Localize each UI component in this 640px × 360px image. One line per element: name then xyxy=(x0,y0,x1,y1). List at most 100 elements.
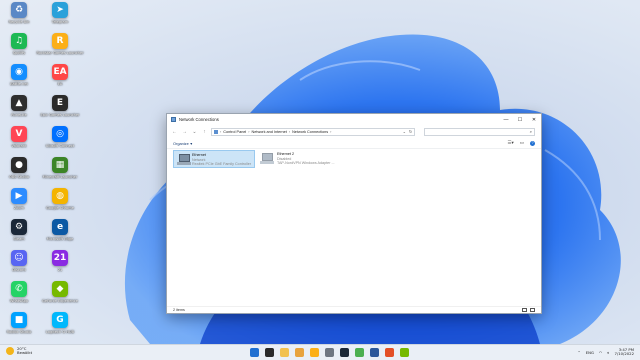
desktop-shortcut[interactable]: ◉ Battle.net xyxy=(0,64,38,98)
taskbar-app-icon[interactable] xyxy=(370,348,379,357)
volume-icon[interactable]: 🔈︎ xyxy=(607,350,609,355)
steam-icon: ⚙ xyxy=(11,219,27,235)
taskbar-app-icon[interactable] xyxy=(385,348,394,357)
desktop-shortcut[interactable]: ◆ GeForce Experience xyxy=(41,281,79,315)
up-arrow-icon[interactable]: ↑ xyxy=(201,128,208,135)
large-icons-view-icon[interactable] xyxy=(530,308,535,312)
search-box[interactable]: ⌕ xyxy=(424,127,535,136)
address-bar[interactable]: › Control Panel › Network and Internet ›… xyxy=(211,127,415,136)
desktop-shortcut-label: OBS Studio xyxy=(8,175,30,179)
help-icon[interactable]: ? xyxy=(530,140,535,146)
maximize-button[interactable]: ☐ xyxy=(513,114,527,125)
breadcrumb-control-panel[interactable]: Control Panel xyxy=(223,130,246,134)
refresh-icon[interactable]: ↻ xyxy=(409,129,412,134)
chevron-down-icon: ▾ xyxy=(190,140,193,146)
recent-locations-chevron-icon[interactable]: ⌄ xyxy=(191,128,198,135)
desktop-shortcut[interactable]: R Rockstar Games Launcher xyxy=(36,33,84,67)
desktop-shortcut-label: WhatsApp xyxy=(9,299,29,303)
organize-label: Organize xyxy=(173,140,189,146)
desktop-shortcut-label: Microsoft Edge xyxy=(46,237,74,241)
desktop-shortcut[interactable]: ✆ WhatsApp xyxy=(0,281,38,315)
taskbar-app-icon[interactable] xyxy=(310,348,319,357)
desktop-shortcut-label: Ubisoft Connect xyxy=(45,144,75,148)
ubisoft-icon: ◎ xyxy=(52,126,68,142)
weather-widget[interactable]: 20°C Bewölkt xyxy=(6,346,33,356)
taskbar-app-icon[interactable] xyxy=(250,348,259,357)
title-bar[interactable]: Network Connections — ☐ ✕ xyxy=(167,114,541,125)
minecraft-icon: ▦ xyxy=(52,157,68,173)
taskbar-pinned-apps xyxy=(250,348,409,357)
close-button[interactable]: ✕ xyxy=(527,114,541,125)
ghub-icon: G xyxy=(52,312,68,328)
details-view-icon[interactable] xyxy=(522,308,527,312)
desktop-shortcut[interactable]: V Valorant xyxy=(0,126,38,160)
connection-device: Realtek PCIe GbE Family Controller xyxy=(191,162,251,167)
whatsapp-icon: ✆ xyxy=(11,281,27,297)
organize-button[interactable]: Organize ▾ xyxy=(173,141,192,146)
desktop-shortcut[interactable]: ♫ Spotify xyxy=(0,33,38,67)
desktop-shortcut[interactable]: ◎ Ubisoft Connect xyxy=(41,126,79,160)
preview-pane-icon[interactable]: ▭ xyxy=(520,140,524,146)
desktop-shortcut-label: Roblox Studio xyxy=(6,330,32,334)
desktop-shortcut[interactable]: ■ Roblox Studio xyxy=(0,312,38,346)
desktop-shortcut[interactable]: E Epic Games Launcher xyxy=(40,95,80,129)
taskbar-app-icon[interactable] xyxy=(400,348,409,357)
breadcrumb-network-and-internet[interactable]: Network and Internet xyxy=(252,130,287,134)
desktop-shortcut[interactable]: ☺ Discord xyxy=(0,250,38,284)
address-dropdown-chevron-icon[interactable]: ⌄ xyxy=(403,129,406,134)
clock[interactable]: 3:47 PM 7/10/2022 xyxy=(615,347,634,357)
system-tray: ⌃ ENG ◠ 🔈︎ 3:47 PM 7/10/2022 xyxy=(578,347,634,357)
network-connections-window: Network Connections — ☐ ✕ ← → ⌄ ↑ › Cont… xyxy=(166,113,542,314)
desktop-shortcut[interactable]: ▦ Minecraft Launcher xyxy=(41,157,79,191)
address-row: ← → ⌄ ↑ › Control Panel › Network and In… xyxy=(167,125,541,138)
desktop-shortcut[interactable]: ▲ RuneLite xyxy=(0,95,38,129)
back-arrow-icon[interactable]: ← xyxy=(171,128,178,135)
geforce-icon: ◆ xyxy=(52,281,68,297)
ea-icon: EA xyxy=(52,64,68,80)
telegram-icon: ➤ xyxy=(52,2,68,18)
desktop-shortcut[interactable]: 21 21 xyxy=(41,250,79,284)
desktop-shortcut[interactable]: EA EA xyxy=(41,64,79,98)
control-panel-icon xyxy=(214,129,218,134)
weather-description: Bewölkt xyxy=(17,350,33,356)
desktop-shortcut[interactable]: ♻ Recycle Bin xyxy=(0,2,38,36)
change-view-icon[interactable]: ☰▾ xyxy=(507,140,513,146)
desktop-shortcut-label: Telegram xyxy=(51,20,69,24)
zoom-icon: ▶ xyxy=(11,188,27,204)
desktop-shortcut[interactable]: G Logitech G HUB xyxy=(41,312,79,346)
desktop-shortcut-label: Logitech G HUB xyxy=(45,330,75,334)
desktop-shortcut-label: 21 xyxy=(57,268,63,272)
language-indicator[interactable]: ENG xyxy=(586,350,594,355)
tray-overflow-chevron-icon[interactable]: ⌃ xyxy=(578,350,581,355)
connection-device: TAP-NordVPN Windows Adapter ... xyxy=(277,161,335,166)
desktop-shortcut-label: Steam xyxy=(13,237,25,241)
minimize-button[interactable]: — xyxy=(499,114,513,125)
discord-icon: ☺ xyxy=(11,250,27,266)
taskbar-app-icon[interactable] xyxy=(280,348,289,357)
edge-icon: e xyxy=(52,219,68,235)
breadcrumb-separator-icon: › xyxy=(330,129,332,134)
connection-item-ethernet[interactable]: Ethernet Network Realtek PCIe GbE Family… xyxy=(173,150,255,168)
connection-item-ethernet-2[interactable]: Ethernet 2 Disabled TAP-NordVPN Windows … xyxy=(257,150,343,168)
breadcrumb-network-connections[interactable]: Network Connections xyxy=(292,130,328,134)
forward-arrow-icon[interactable]: → xyxy=(181,128,188,135)
roblox-studio-icon: ■ xyxy=(11,312,27,328)
desktop-shortcut-label: Zoom xyxy=(13,206,25,210)
taskbar-app-icon[interactable] xyxy=(355,348,364,357)
epic-games-icon: E xyxy=(52,95,68,111)
taskbar-app-icon[interactable] xyxy=(265,348,274,357)
taskbar-app-icon[interactable] xyxy=(295,348,304,357)
taskbar-app-icon[interactable] xyxy=(340,348,349,357)
desktop-shortcut[interactable]: ● OBS Studio xyxy=(0,157,38,191)
desktop-shortcut[interactable]: ▶ Zoom xyxy=(0,188,38,222)
taskbar-app-icon[interactable] xyxy=(325,348,334,357)
chrome-icon: ◍ xyxy=(52,188,68,204)
desktop-shortcut-label: Google Chrome xyxy=(46,206,74,210)
desktop-shortcut[interactable]: e Microsoft Edge xyxy=(41,219,79,253)
desktop-shortcut[interactable]: ◍ Google Chrome xyxy=(41,188,79,222)
desktop-shortcut[interactable]: ➤ Telegram xyxy=(41,2,79,36)
desktop-shortcut-label: Recycle Bin xyxy=(8,20,30,24)
wifi-icon[interactable]: ◠ xyxy=(599,350,602,355)
desktop-shortcut[interactable]: ⚙ Steam xyxy=(0,219,38,253)
battlenet-icon: ◉ xyxy=(11,64,27,80)
